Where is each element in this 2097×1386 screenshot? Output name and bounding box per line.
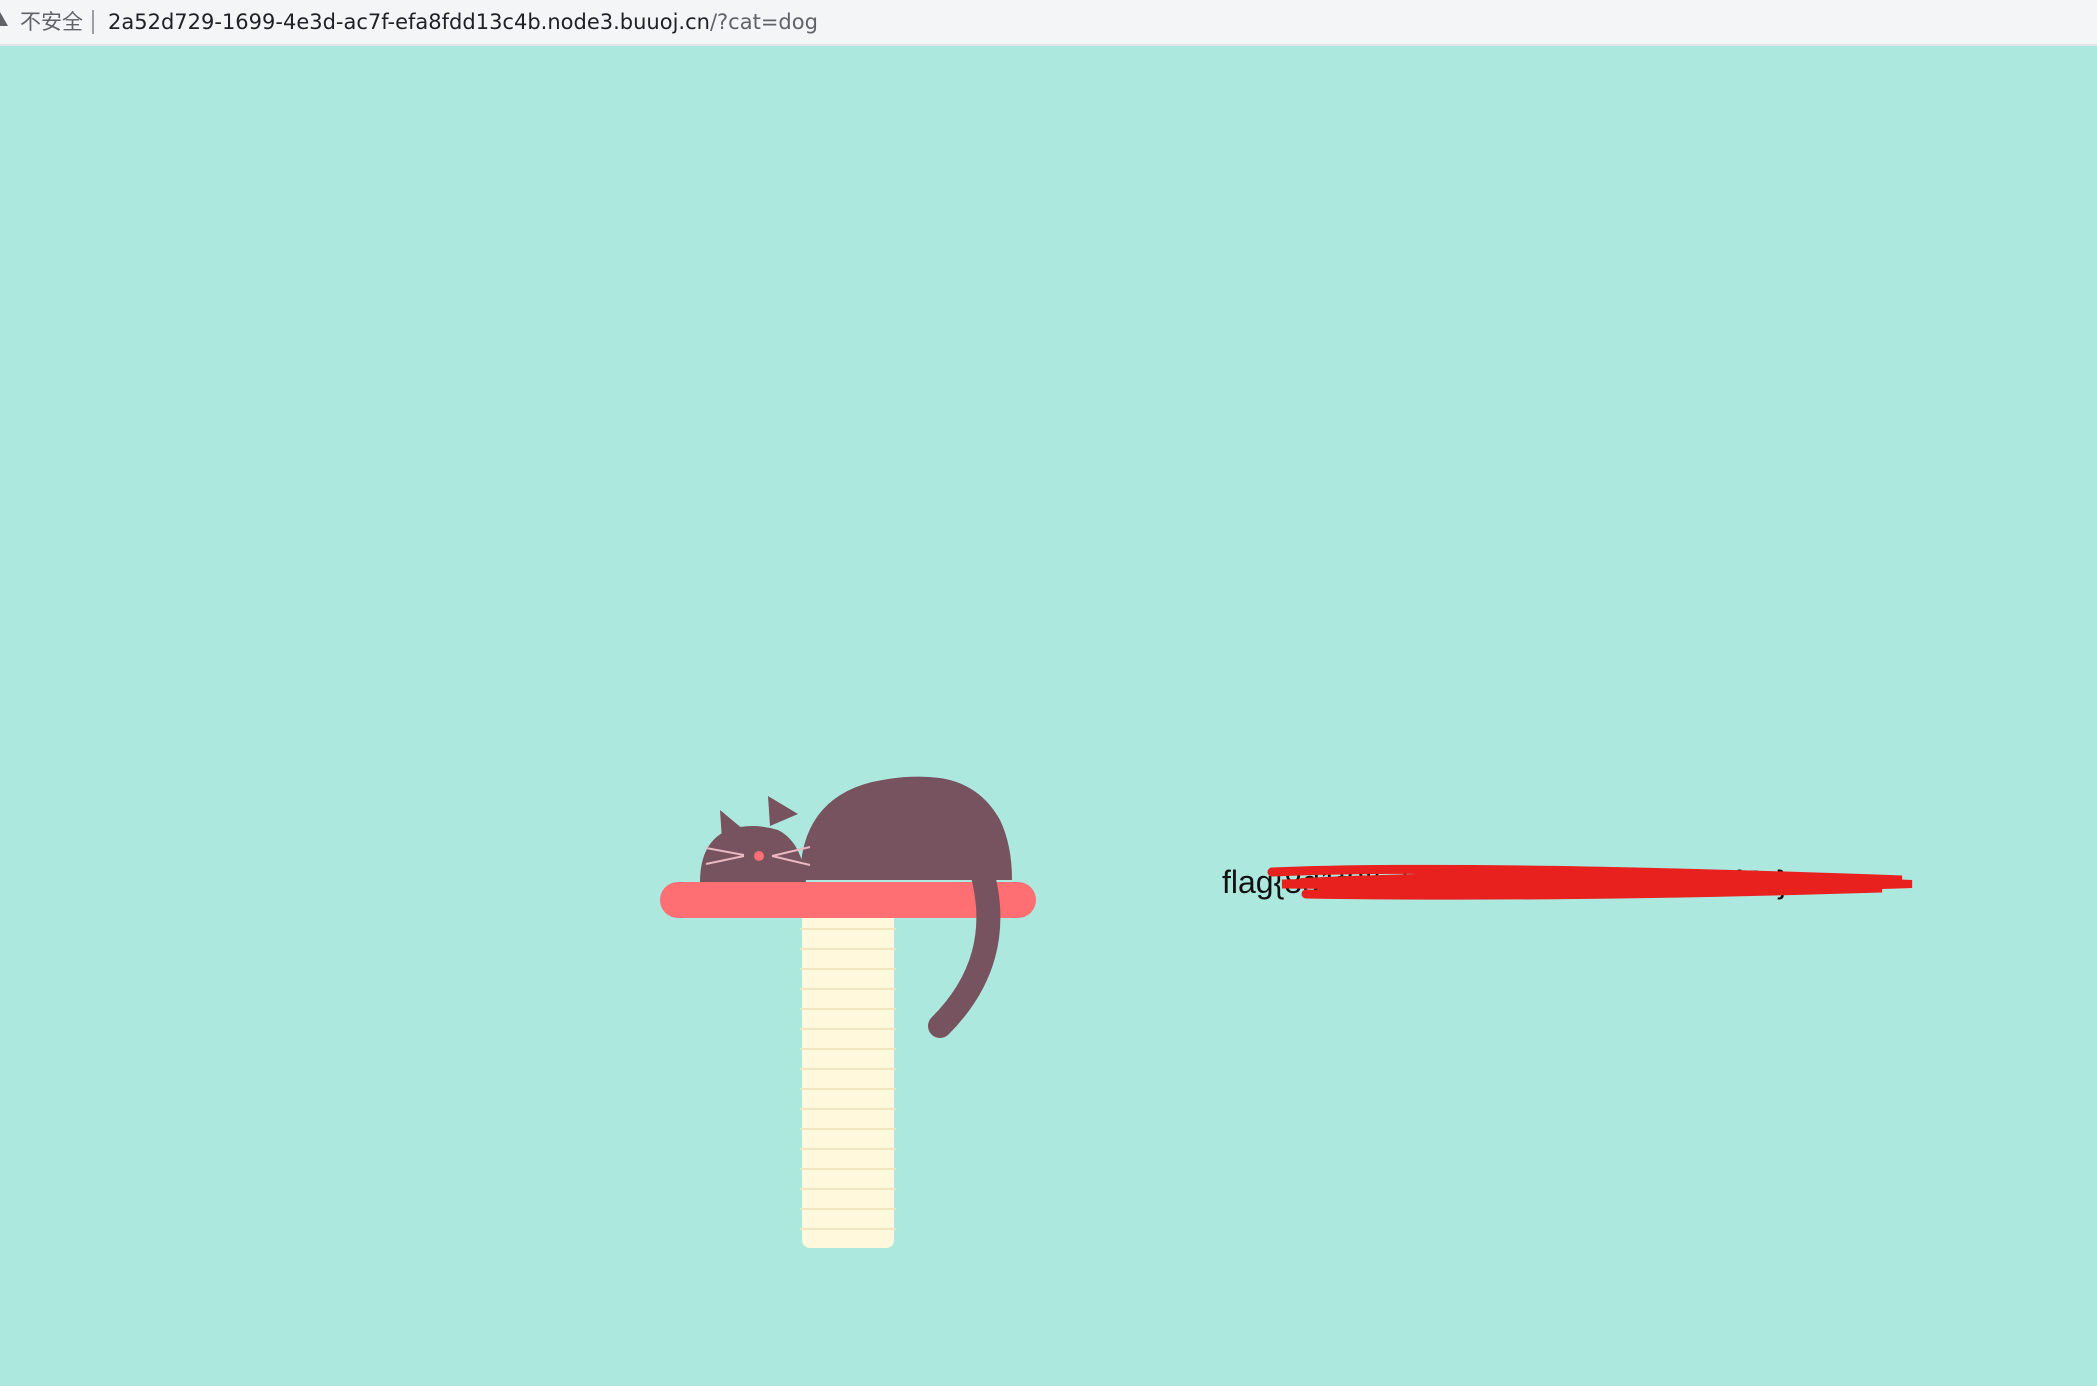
sleeping-cat-illustration: [660, 776, 1036, 1248]
browser-address-bar[interactable]: 不安全 2a52d729-1699-4e3d-ac7f-efa8fdd13c4b…: [0, 0, 2097, 46]
url-host: 2a52d729-1699-4e3d-ac7f-efa8fdd13c4b.nod…: [108, 10, 710, 34]
address-divider: [92, 10, 94, 34]
cat: [700, 776, 1012, 882]
redaction-scribble: [1267, 864, 1913, 900]
scratching-post: [800, 908, 896, 1248]
security-indicator[interactable]: 不安全: [20, 8, 83, 36]
url-path: /?cat=dog: [709, 10, 818, 34]
warning-icon[interactable]: [0, 12, 8, 26]
flag-display: flag{8d1f8f57- d2d-a9b9-05b700dc7f7a}: [1222, 858, 1922, 906]
url-field[interactable]: 2a52d729-1699-4e3d-ac7f-efa8fdd13c4b.nod…: [108, 8, 818, 36]
